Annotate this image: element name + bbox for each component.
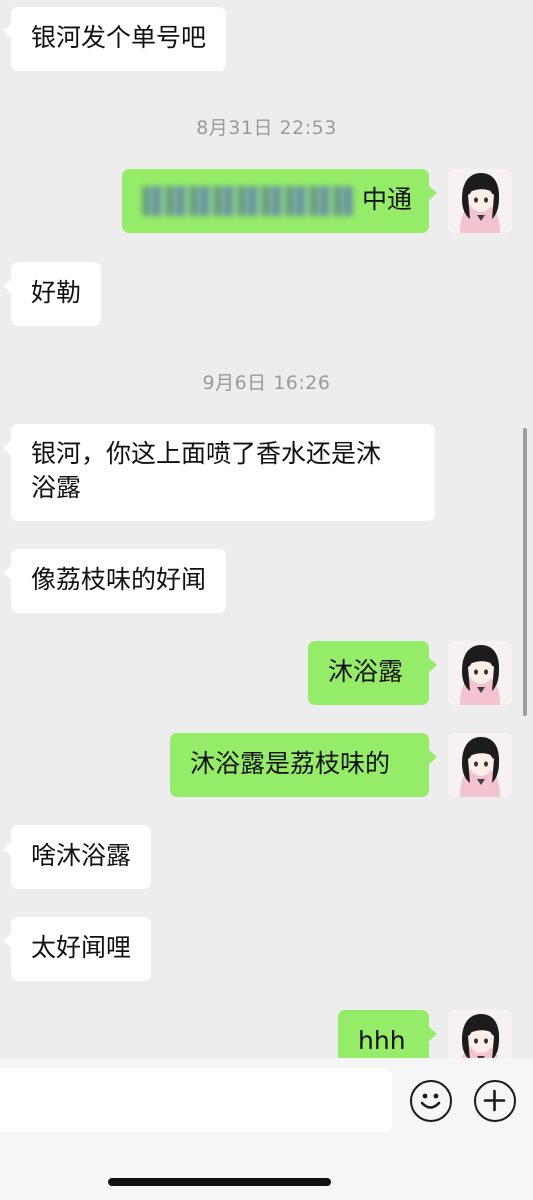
message-text: 像荔枝味的好闻 xyxy=(31,565,207,594)
message-bubble-sent[interactable]: 沐浴露 xyxy=(308,641,437,705)
message-text-line: 浴露 xyxy=(31,473,82,502)
timestamp: 9月6日 16:26 xyxy=(202,372,331,394)
user-avatar[interactable] xyxy=(448,641,512,705)
message-text: 中通 xyxy=(362,185,413,214)
plus-circle-icon xyxy=(483,1089,506,1112)
user-avatar[interactable] xyxy=(448,169,512,233)
plus-button[interactable] xyxy=(474,1080,516,1122)
message-bubble-sent[interactable]: 沐浴露是荔枝味的 xyxy=(170,733,437,797)
avatar-icon xyxy=(448,733,512,797)
message-text-line: 银河，你这上面喷了香水还是沐 xyxy=(31,439,382,468)
message-text: 银河发个单号吧 xyxy=(31,23,207,52)
message-input[interactable] xyxy=(0,1068,392,1132)
avatar-icon xyxy=(448,169,512,233)
message-bubble-received[interactable]: 像荔枝味的好闻 xyxy=(2,549,227,613)
avatar-icon xyxy=(448,641,512,705)
chat-message-area: 银河发个单号吧 8月31日 22:53 中通 好勒 9月6日 16:26 银河，… xyxy=(0,0,533,1058)
message-text: 沐浴露 xyxy=(328,657,404,686)
message-bubble-received[interactable]: 好勒 xyxy=(2,262,102,326)
user-avatar[interactable] xyxy=(448,733,512,797)
message-text: 太好闻哩 xyxy=(31,933,132,962)
message-text: 好勒 xyxy=(31,278,82,307)
emoji-button[interactable] xyxy=(410,1080,452,1122)
scrollbar[interactable] xyxy=(523,428,527,716)
redacted-tracking-number xyxy=(142,186,354,216)
home-indicator[interactable] xyxy=(108,1178,331,1186)
smiley-face-icon xyxy=(420,1093,441,1109)
message-bubble-received[interactable]: 银河发个单号吧 xyxy=(2,7,227,71)
avatar-icon xyxy=(448,1010,512,1058)
message-bubble-received[interactable]: 啥沐浴露 xyxy=(2,825,152,889)
message-text: hhh xyxy=(358,1026,406,1055)
message-bubble-received[interactable]: 太好闻哩 xyxy=(2,917,152,981)
user-avatar[interactable] xyxy=(448,1010,512,1058)
message-bubble-sent[interactable]: 中通 xyxy=(122,169,437,233)
message-text: 沐浴露是荔枝味的 xyxy=(190,749,391,778)
timestamp: 8月31日 22:53 xyxy=(196,117,337,139)
message-bubble-sent[interactable]: hhh xyxy=(338,1010,437,1058)
message-text: 啥沐浴露 xyxy=(31,841,132,870)
message-bubble-received[interactable]: 银河，你这上面喷了香水还是沐 浴露 xyxy=(3,424,435,521)
